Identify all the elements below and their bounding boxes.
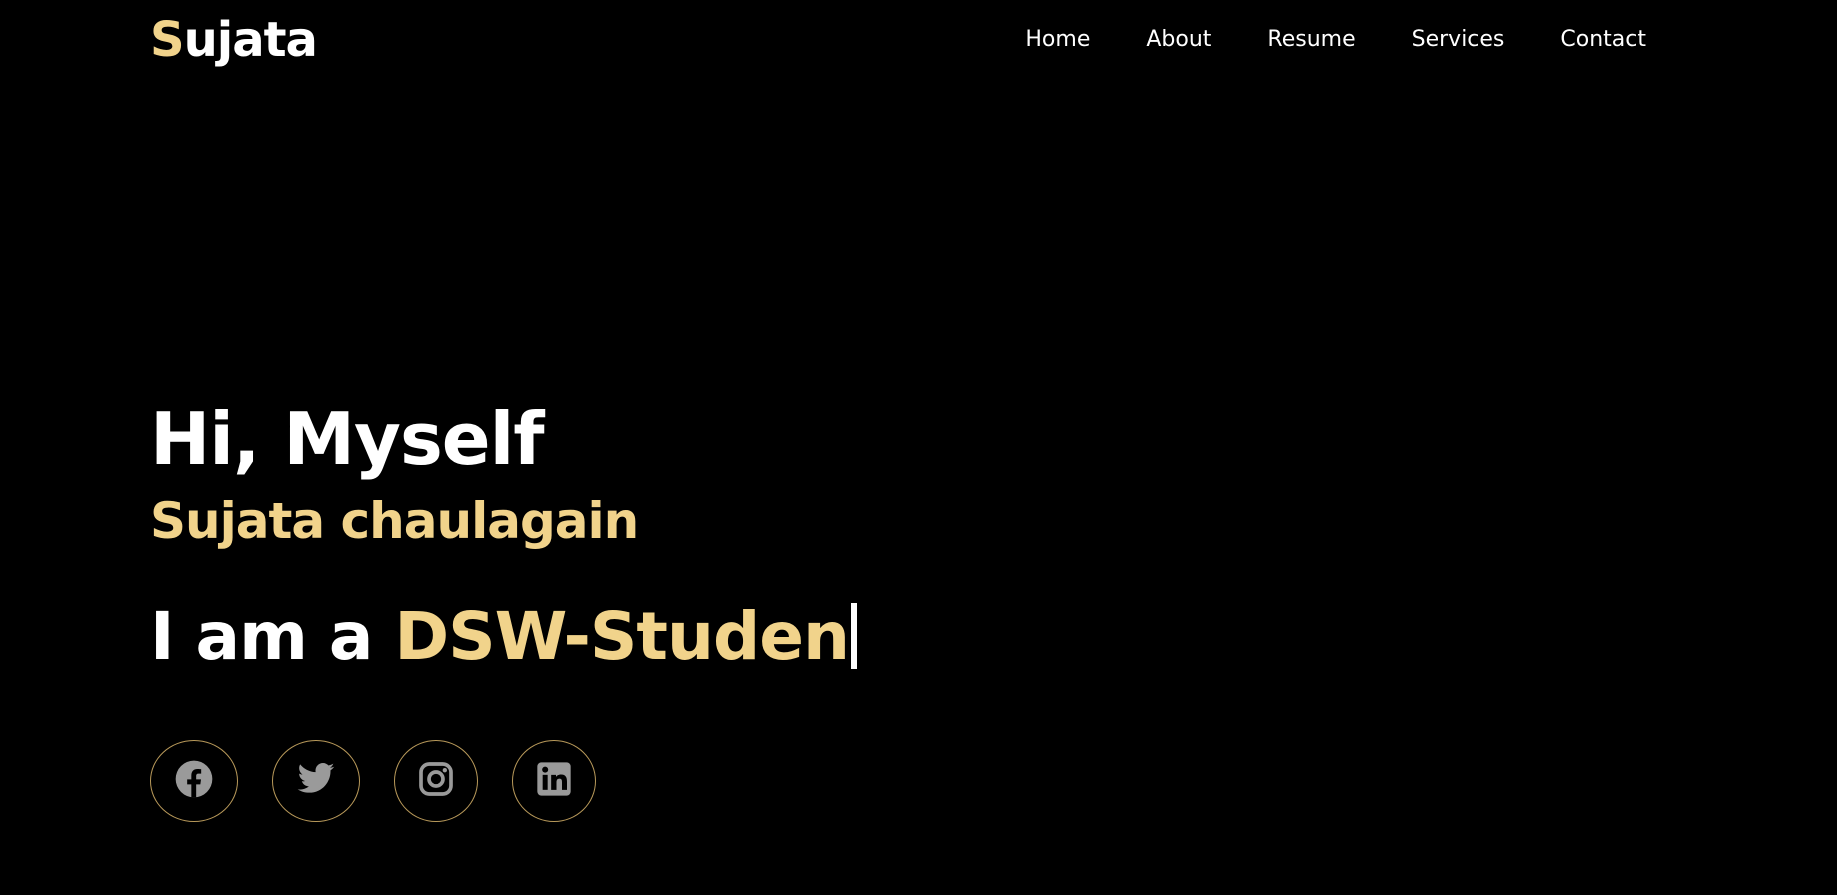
- page: Sujata Home About Resume Services Contac…: [0, 0, 1837, 895]
- logo-initial: S: [150, 12, 185, 68]
- hero-role-typed: DSW-Studen: [394, 598, 850, 675]
- nav-item: Resume: [1267, 24, 1355, 56]
- logo-link[interactable]: Sujata: [150, 10, 318, 70]
- twitter-icon: [296, 759, 336, 803]
- twitter-button[interactable]: [272, 740, 360, 822]
- nav-menu: Home About Resume Services Contact: [1025, 24, 1646, 56]
- hero-greeting: Hi, Myself: [150, 397, 545, 481]
- instagram-icon: [416, 759, 456, 803]
- hero-role-prefix: I am a: [150, 598, 395, 675]
- hero-role: I am a DSW-Studen: [150, 597, 857, 677]
- nav-link-resume[interactable]: Resume: [1267, 27, 1355, 52]
- hero-section: Hi, Myself Sujata chaulagain I am a DSW-…: [150, 395, 857, 677]
- facebook-icon: [174, 759, 214, 803]
- instagram-button[interactable]: [394, 740, 478, 822]
- nav-link-services[interactable]: Services: [1412, 27, 1505, 52]
- nav-item: Home: [1025, 24, 1090, 56]
- facebook-button[interactable]: [150, 740, 238, 822]
- linkedin-icon: [534, 759, 574, 803]
- typing-cursor: [850, 603, 857, 669]
- nav-link-contact[interactable]: Contact: [1560, 27, 1646, 52]
- nav-item: Contact: [1560, 24, 1646, 56]
- navbar: Sujata Home About Resume Services Contac…: [0, 0, 1837, 80]
- nav-link-home[interactable]: Home: [1025, 27, 1090, 52]
- nav-item: Services: [1412, 24, 1505, 56]
- logo-text: ujata: [183, 12, 318, 68]
- hero-name: Sujata chaulagain: [150, 492, 639, 550]
- nav-item: About: [1146, 24, 1211, 56]
- social-links: [150, 740, 596, 822]
- linkedin-button[interactable]: [512, 740, 596, 822]
- nav-link-about[interactable]: About: [1146, 27, 1211, 52]
